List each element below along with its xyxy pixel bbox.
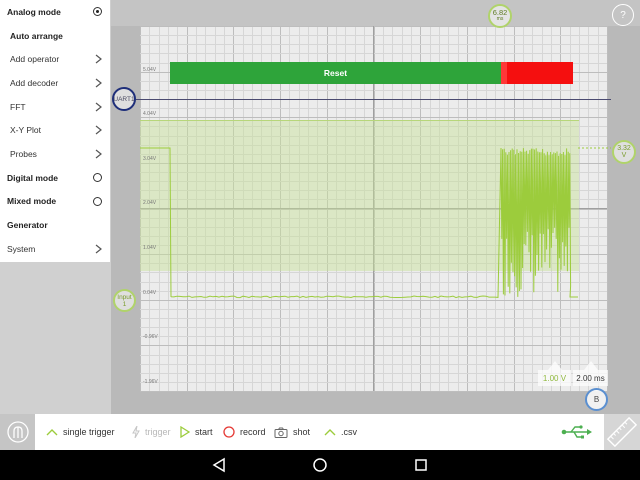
menu-item-system[interactable]: System: [0, 237, 110, 261]
signal-trace-path: [140, 147, 578, 299]
menu-item-label: Add decoder: [10, 77, 59, 88]
menu-item-xy-plot[interactable]: X-Y Plot: [0, 118, 110, 142]
chevron-right-icon: [95, 54, 102, 64]
single-trigger-button[interactable]: single trigger: [46, 414, 115, 450]
csv-button[interactable]: .csv: [324, 414, 357, 450]
single-trigger-label: single trigger: [63, 427, 115, 437]
chevron-right-icon: [95, 102, 102, 112]
play-icon: [180, 426, 190, 438]
menu-item-label: Analog mode: [7, 6, 61, 17]
chevron-right-icon: [95, 149, 102, 159]
menu-item-label: Add operator: [10, 54, 60, 65]
decoder-baseline: [136, 99, 611, 100]
ruler-button[interactable]: [604, 414, 640, 450]
time-scale-up-icon[interactable]: [584, 361, 598, 370]
sidebar-menu: Analog mode Auto arrange Add operator Ad…: [0, 0, 111, 262]
time-cursor-marker[interactable]: 6.82 ms: [488, 4, 512, 28]
input-channel-marker[interactable]: Input 1: [113, 289, 136, 312]
menu-item-fft[interactable]: FFT: [0, 95, 110, 119]
bottom-toolbar: single trigger trigger start record shot…: [0, 414, 640, 450]
lightning-icon: [132, 426, 140, 438]
menu-item-label: FFT: [10, 101, 26, 112]
menu-item-analog-mode[interactable]: Analog mode: [0, 0, 110, 24]
menu-item-auto-arrange[interactable]: Auto arrange: [0, 24, 110, 48]
shot-button[interactable]: shot: [274, 414, 310, 450]
back-triangle-icon[interactable]: [211, 457, 227, 473]
menu-item-label: Mixed mode: [7, 196, 57, 207]
csv-label: .csv: [341, 427, 358, 437]
decoded-reset-bar[interactable]: Reset: [170, 62, 501, 84]
record-button[interactable]: record: [223, 414, 266, 450]
input-marker-label: Input: [117, 293, 132, 301]
voltage-cursor-marker[interactable]: 3.32 V: [612, 140, 636, 164]
menu-item-label: Probes: [10, 148, 37, 159]
input-marker-number: 1: [122, 300, 127, 308]
menu-item-label: Auto arrange: [10, 30, 63, 41]
time-cursor-value: 6.82: [492, 8, 508, 17]
decode-error-bar[interactable]: [501, 62, 573, 84]
menu-item-add-decoder[interactable]: Add decoder: [0, 71, 110, 95]
trigger-label: trigger: [145, 427, 171, 437]
time-per-div[interactable]: 2.00 ms: [573, 370, 608, 386]
volt-per-div[interactable]: 1.00 V: [538, 370, 571, 386]
chevron-right-icon: [95, 244, 102, 254]
menu-item-label: Digital mode: [7, 172, 59, 183]
record-label: record: [240, 427, 266, 437]
decoded-label: Reset: [323, 68, 348, 78]
uart-channel-marker[interactable]: UART1: [112, 87, 136, 111]
chevron-right-icon: [95, 125, 102, 135]
chevron-up-icon: [324, 429, 336, 436]
trigger-button[interactable]: trigger: [132, 414, 171, 450]
scope-display[interactable]: 5.04V 4.04V 3.04V 2.04V 1.04V 0.04V -0.9…: [111, 0, 640, 414]
menu-item-mixed-mode[interactable]: Mixed mode: [0, 190, 110, 214]
voltage-cursor-value: 3.32 V: [617, 145, 631, 159]
b-marker[interactable]: B: [585, 388, 608, 411]
menu-item-add-operator[interactable]: Add operator: [0, 47, 110, 71]
menu-item-label: System: [7, 243, 36, 254]
radio-selected-icon[interactable]: [93, 7, 102, 17]
record-icon: [223, 426, 235, 438]
chevron-up-icon: [46, 429, 58, 436]
usb-icon: [561, 425, 592, 439]
recents-square-icon[interactable]: [413, 457, 429, 473]
time-cursor-unit: ms: [496, 16, 504, 22]
start-button[interactable]: start: [180, 414, 213, 450]
radio-unselected-icon[interactable]: [93, 173, 102, 183]
help-button[interactable]: ?: [612, 4, 634, 26]
app-logo[interactable]: [0, 414, 35, 450]
camera-icon: [274, 427, 288, 438]
probe-logo-icon: [6, 421, 29, 443]
start-label: start: [195, 427, 213, 437]
menu-item-probes[interactable]: Probes: [0, 142, 110, 166]
menu-item-label: Generator: [7, 220, 48, 231]
menu-item-generator[interactable]: Generator: [0, 213, 110, 237]
radio-unselected-icon[interactable]: [93, 196, 102, 206]
chevron-right-icon: [95, 78, 102, 88]
shot-label: shot: [293, 427, 311, 437]
volt-scale-up-icon[interactable]: [548, 361, 562, 370]
menu-item-label: X-Y Plot: [10, 125, 42, 136]
menu-item-digital-mode[interactable]: Digital mode: [0, 166, 110, 190]
ruler-icon: [606, 416, 638, 448]
system-navigation-bar: [0, 450, 640, 480]
home-circle-icon[interactable]: [312, 457, 328, 473]
